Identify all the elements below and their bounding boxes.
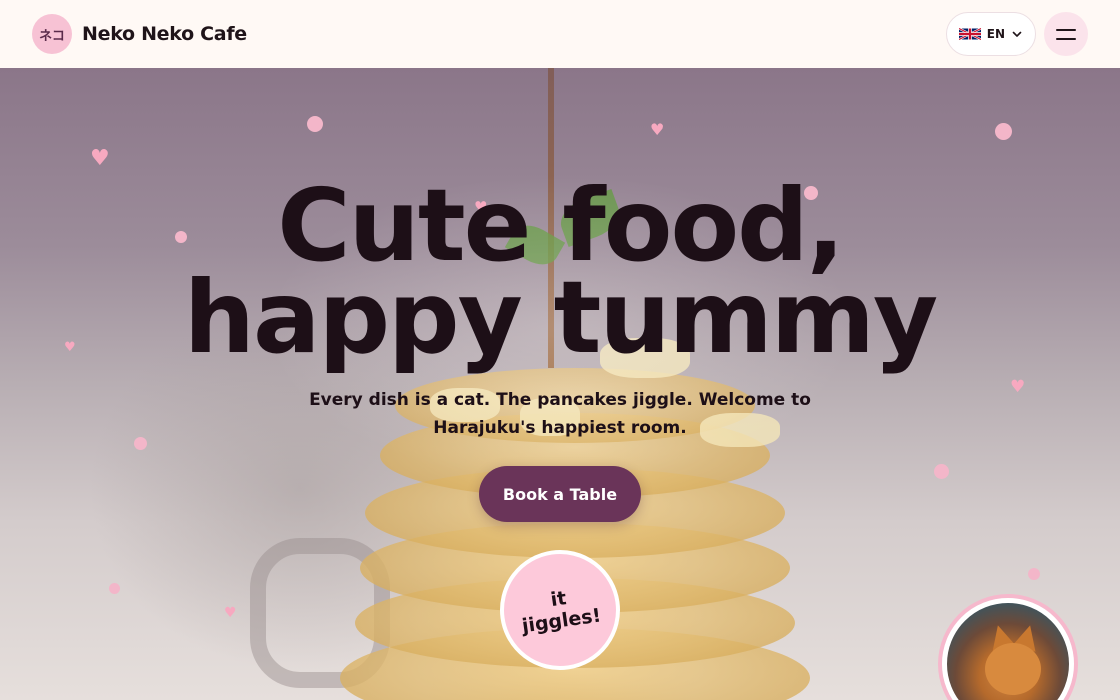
hero-title-line2: happy tummy	[183, 259, 938, 376]
decorative-dot	[1028, 568, 1040, 580]
decorative-dot	[934, 464, 949, 479]
hamburger-menu-icon-bar	[1056, 37, 1076, 40]
chevron-down-icon	[1012, 31, 1022, 37]
logo-link[interactable]: ネコ Neko Neko Cafe	[32, 14, 247, 54]
heart-icon: ♥	[90, 146, 110, 171]
header-actions: EN	[945, 12, 1088, 56]
site-header: ネコ Neko Neko Cafe EN	[0, 0, 1120, 68]
language-selector[interactable]: EN	[945, 12, 1036, 56]
logo-badge: ネコ	[32, 14, 72, 54]
heart-icon: ♥	[650, 120, 665, 139]
hero-subtitle: Every dish is a cat. The pancakes jiggle…	[309, 390, 811, 438]
cat-face	[985, 643, 1041, 695]
sticker-line1: it	[549, 587, 568, 612]
brand-name: Neko Neko Cafe	[82, 23, 247, 45]
hero-title: Cute food, happy tummy	[0, 176, 1120, 376]
decorative-dot	[109, 583, 120, 594]
book-table-button[interactable]: Book a Table	[479, 466, 641, 522]
decorative-dot	[134, 437, 147, 450]
menu-button[interactable]	[1044, 12, 1088, 56]
sticker-line2: jiggles!	[520, 604, 603, 638]
hamburger-menu-icon	[1056, 28, 1076, 31]
heart-icon: ♥	[224, 605, 237, 621]
decorative-dot	[307, 116, 323, 132]
language-label: EN	[986, 27, 1005, 41]
heart-icon: ♥	[1010, 377, 1026, 397]
decorative-dot	[995, 123, 1012, 140]
hero-section: ♥ ♥ ♥ ♥ ♥ ♥ Cute food, happy tummy Every…	[0, 68, 1120, 700]
uk-flag-icon	[958, 27, 981, 41]
